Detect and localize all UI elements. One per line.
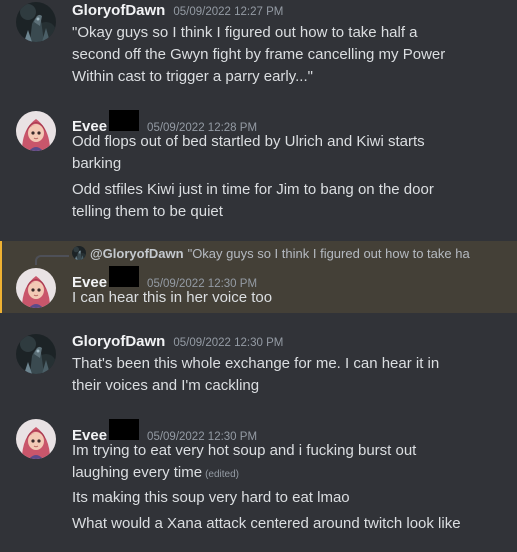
message-line: Im trying to eat very hot soup and i fuc… <box>72 442 417 459</box>
avatar-evee[interactable] <box>16 111 56 151</box>
redaction-box <box>109 419 140 440</box>
reply-spine <box>35 255 69 265</box>
message-text: laughing every time <box>72 464 203 481</box>
message-line: Its making this soup very hard to eat lm… <box>72 489 350 506</box>
mention-highlight-bar <box>0 241 2 313</box>
pink-hair-girl-avatar-icon <box>16 268 56 308</box>
message-line: barking <box>72 155 122 172</box>
message-line: telling them to be quiet <box>72 203 223 220</box>
message-line: second off the Gwyn fight by frame cance… <box>72 46 446 63</box>
edited-label: (edited) <box>205 469 239 480</box>
avatar-gloryofdawn[interactable] <box>16 334 56 374</box>
redaction-box <box>109 266 140 287</box>
avatar-gloryofdawn[interactable] <box>16 2 56 42</box>
timestamp: 05/09/2022 12:30 PM <box>173 337 284 349</box>
username[interactable]: GloryofDawn <box>72 2 165 19</box>
reply-preview[interactable]: @GloryofDawn "Okay guys so I think I fig… <box>72 244 492 262</box>
avatar-evee[interactable] <box>16 419 56 459</box>
message-line: What would a Xana attack centered around… <box>72 515 461 532</box>
message-line: Within cast to trigger a parry early..." <box>72 68 313 85</box>
avatar-evee[interactable] <box>16 268 56 308</box>
pink-hair-girl-avatar-icon <box>16 111 56 151</box>
message-line: Odd flops out of bed startled by Ulrich … <box>72 133 425 150</box>
pink-hair-girl-avatar-icon <box>16 419 56 459</box>
message-line: their voices and I'm cackling <box>72 377 260 394</box>
dark-knight-avatar-icon <box>16 2 56 42</box>
message-line: That's been this whole exchange for me. … <box>72 355 440 372</box>
dark-knight-avatar-icon <box>16 334 56 374</box>
message-line: I can hear this in her voice too <box>72 289 273 306</box>
message-line: Odd stfiles Kiwi just in time for Jim to… <box>72 181 434 198</box>
redaction-box <box>109 110 140 131</box>
message-line: "Okay guys so I think I figured out how … <box>72 24 418 41</box>
reply-text: "Okay guys so I think I figured out how … <box>187 245 470 261</box>
message-line: laughing every time (edited) <box>72 462 512 486</box>
reply-avatar-icon <box>72 246 86 260</box>
reply-username[interactable]: @GloryofDawn <box>90 246 184 261</box>
timestamp: 05/09/2022 12:27 PM <box>173 6 284 18</box>
username[interactable]: GloryofDawn <box>72 333 165 350</box>
